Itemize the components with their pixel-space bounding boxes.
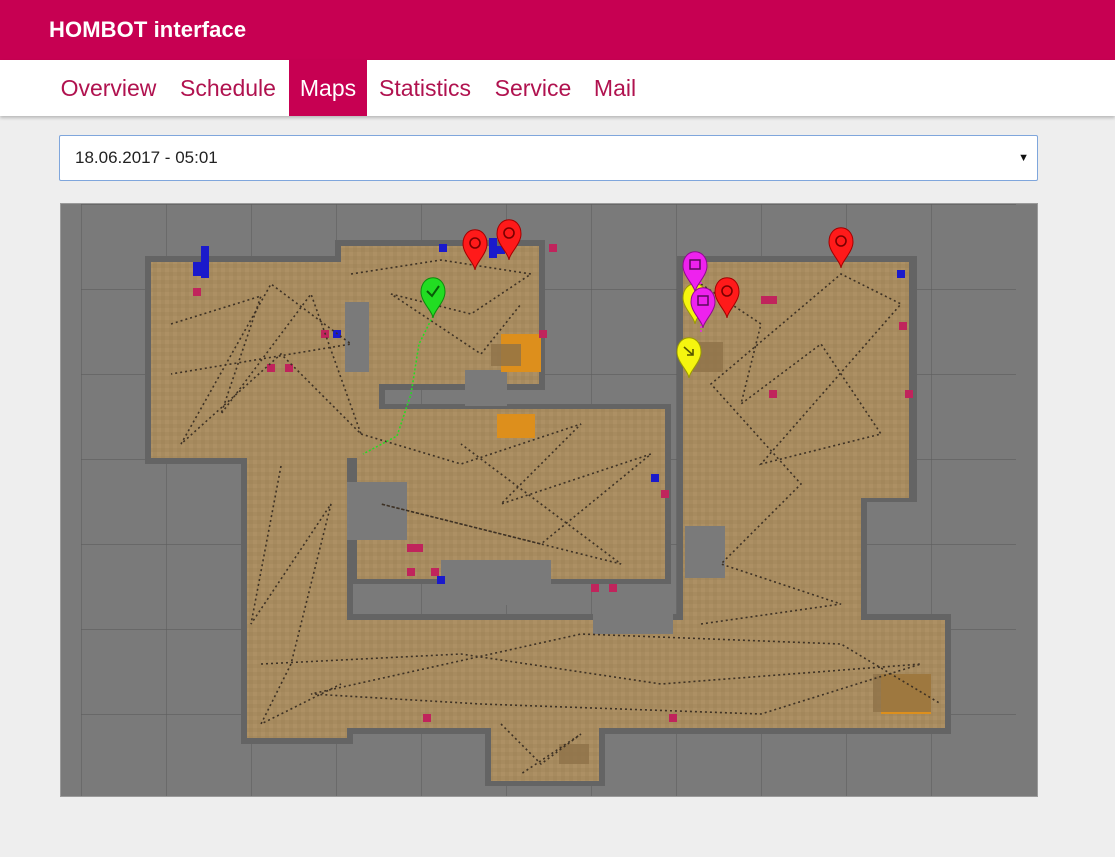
tab-schedule[interactable]: Schedule [168, 60, 288, 116]
chevron-down-icon[interactable]: ▼ [1018, 136, 1029, 180]
tab-overview[interactable]: Overview [49, 60, 168, 116]
app-header: HOMBOT interface [0, 0, 1115, 60]
map-select[interactable]: 18.06.2017 - 05:01 ▼ [59, 135, 1038, 181]
floor-map [60, 203, 1038, 797]
tab-service[interactable]: Service [483, 60, 583, 116]
app-title: HOMBOT interface [49, 17, 247, 42]
tab-statistics[interactable]: Statistics [367, 60, 483, 116]
tab-mail[interactable]: Mail [583, 60, 647, 116]
floor-map-canvas [81, 204, 1016, 796]
map-select-value: 18.06.2017 - 05:01 [75, 148, 218, 167]
main-nav: Overview Schedule Maps Statistics Servic… [0, 60, 1115, 116]
tab-maps[interactable]: Maps [289, 60, 367, 116]
